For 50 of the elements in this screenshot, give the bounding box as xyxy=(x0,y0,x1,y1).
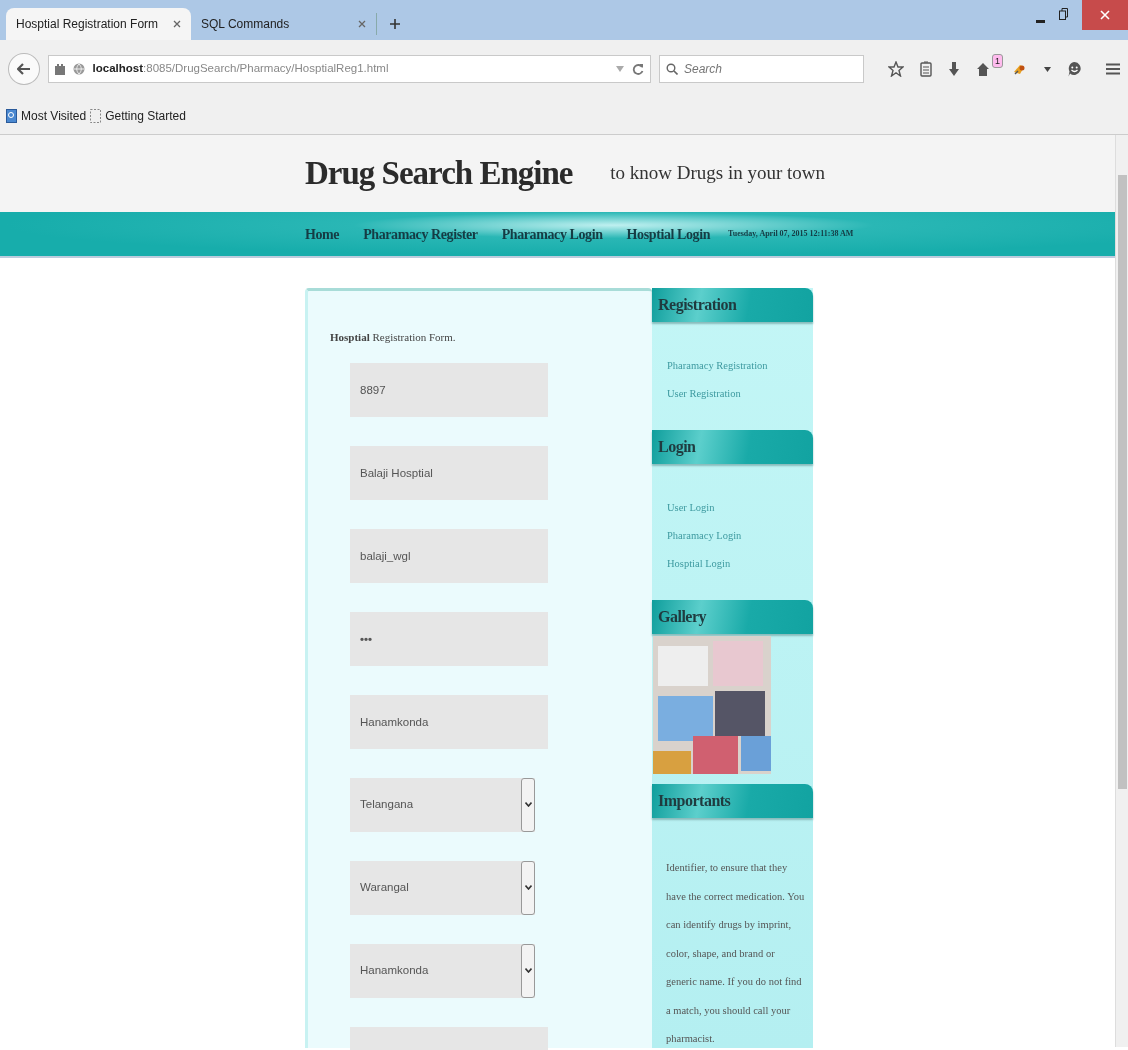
select-field[interactable]: Telangana xyxy=(350,777,535,832)
password-field[interactable]: ••• xyxy=(350,611,548,666)
notification-badge: 1 xyxy=(992,53,1003,68)
chevron-down-icon xyxy=(524,968,532,973)
input-field[interactable]: balaji_wgl xyxy=(350,528,548,583)
smiley-icon[interactable] xyxy=(1067,61,1082,77)
scrollbar[interactable] xyxy=(1115,135,1128,1047)
sidebar-heading: Login xyxy=(652,430,813,464)
sidebar-heading: Registration xyxy=(652,288,813,322)
home-icon[interactable] xyxy=(976,61,990,77)
restore-icon[interactable] xyxy=(1059,8,1068,20)
input-field[interactable]: Hanamkonda xyxy=(350,694,548,749)
bookmark-folder-icon xyxy=(6,109,17,123)
form-heading: Hosptial Registration Form. xyxy=(330,330,457,345)
bookmark-item[interactable]: Most Visited xyxy=(6,107,87,125)
clipboard-icon[interactable] xyxy=(920,61,932,77)
bookmark-item[interactable]: Getting Started xyxy=(90,107,186,125)
nav-link[interactable]: Hosptial Login xyxy=(626,223,711,245)
reload-icon[interactable] xyxy=(632,63,644,75)
site-tagline: to know Drugs in your town xyxy=(610,161,825,186)
close-icon[interactable] xyxy=(173,20,181,28)
window-close-button[interactable] xyxy=(1082,0,1128,30)
download-icon[interactable] xyxy=(948,61,960,77)
select-field[interactable]: Hanamkonda xyxy=(350,943,535,998)
nav-link[interactable]: Pharamacy Register xyxy=(363,223,478,245)
date-time-text: Tuesday, April 07, 2015 12:11:38 AM xyxy=(728,228,854,240)
nav-link[interactable]: Home xyxy=(305,223,340,245)
tab-groups-icon[interactable] xyxy=(54,63,65,75)
star-icon[interactable] xyxy=(888,61,904,77)
sidebar-heading: Gallery xyxy=(652,600,813,634)
site-title: Drug Search Engine xyxy=(305,153,573,193)
input-field[interactable]: Balaji Hosptial xyxy=(350,445,548,500)
input-field[interactable]: 8897 xyxy=(350,362,548,417)
menu-icon[interactable] xyxy=(1106,63,1120,75)
blank-page-icon xyxy=(90,109,102,123)
select-field[interactable]: Warangal xyxy=(350,860,535,915)
info-paragraph: Identifier, to ensure that they have the correct medication. You can identify drugs by imprint, color, shape, and brand or generic name. If you do not find a match, you should call your pharmacist. xyxy=(665,861,806,1046)
browser-tab[interactable]: Hosptial Registration Form xyxy=(6,8,191,40)
back-button[interactable] xyxy=(8,53,40,85)
close-icon[interactable] xyxy=(358,20,366,28)
sidebar-heading: Importants xyxy=(652,784,813,818)
caret-icon[interactable] xyxy=(1044,66,1051,72)
back-arrow-icon xyxy=(16,63,31,75)
globe-icon xyxy=(72,63,85,75)
browser-tab[interactable]: SQL Commands xyxy=(191,8,376,40)
search-field[interactable]: Search xyxy=(659,55,864,83)
chevron-down-icon xyxy=(524,885,532,890)
chevron-down-icon xyxy=(524,802,532,807)
nav-link[interactable]: Pharamacy Login xyxy=(501,223,603,245)
plus-icon[interactable] xyxy=(389,18,401,30)
